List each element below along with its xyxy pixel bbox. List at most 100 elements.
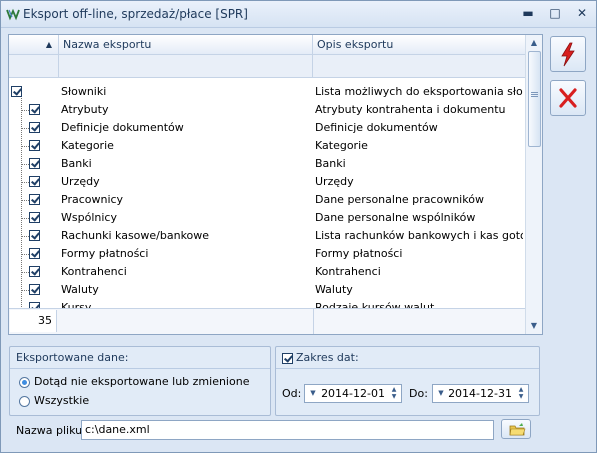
date-range-label[interactable]: Zakres dat:	[296, 351, 359, 364]
row-checkbox[interactable]	[29, 248, 40, 259]
browse-folder-button[interactable]	[501, 419, 531, 439]
spinner-icon[interactable]: ▲ ▼	[388, 386, 400, 401]
row-checkbox[interactable]	[29, 140, 40, 151]
window-content: ▲ Nazwa eksportu Opis eksportu Słowniki …	[1, 28, 596, 452]
radio-not-exported-label[interactable]: Dotąd nie eksportowane lub zmienione	[34, 375, 249, 388]
table-row[interactable]: Definicje dokumentów Definicje dokumentó…	[9, 119, 525, 137]
x-icon	[559, 88, 577, 108]
row-count: 35	[10, 310, 57, 332]
to-date-field[interactable]: ▼ 2014-12-31 ▲ ▼	[432, 384, 529, 403]
row-description: Lista możliwych do eksportowania słowni…	[315, 85, 523, 98]
column-header-description[interactable]: Opis eksportu	[313, 35, 525, 54]
radio-all[interactable]	[19, 396, 30, 407]
maximize-button[interactable]: □	[542, 3, 568, 23]
title-bar[interactable]: Eksport off-line, sprzedaż/płace [SPR] ▬…	[1, 1, 596, 28]
file-name-label: Nazwa pliku:	[16, 424, 86, 437]
row-description: Waluty	[315, 283, 353, 296]
file-name-input[interactable]: c:\dane.xml	[81, 420, 494, 440]
grip-icon	[531, 92, 538, 93]
table-row[interactable]: Waluty Waluty	[9, 281, 525, 299]
row-name: Atrybuty	[61, 103, 109, 116]
row-checkbox[interactable]	[11, 86, 22, 97]
table-row[interactable]: Rachunki kasowe/bankowe Lista rachunków …	[9, 227, 525, 245]
from-label: Od:	[282, 387, 302, 400]
row-checkbox[interactable]	[29, 266, 40, 277]
chevron-down-icon[interactable]: ▼	[435, 386, 447, 401]
row-name: Wspólnicy	[61, 211, 117, 224]
sort-column-header[interactable]: ▲	[9, 35, 59, 54]
cancel-button[interactable]	[550, 80, 586, 116]
from-date-value: 2014-12-01	[321, 387, 385, 400]
filter-cell-name[interactable]	[59, 55, 313, 77]
date-range-group: Zakres dat: Od: ▼ 2014-12-01 ▲ ▼ Do: ▼ 20…	[275, 346, 540, 416]
row-checkbox[interactable]	[29, 230, 40, 241]
to-date-value: 2014-12-31	[448, 387, 512, 400]
row-checkbox[interactable]	[29, 158, 40, 169]
table-row[interactable]: Formy płatności Formy płatności	[9, 245, 525, 263]
table-row[interactable]: Wspólnicy Dane personalne wspólników	[9, 209, 525, 227]
table-row[interactable]: Urzędy Urzędy	[9, 173, 525, 191]
row-checkbox[interactable]	[29, 194, 40, 205]
table-row[interactable]: Kontrahenci Kontrahenci	[9, 263, 525, 281]
grid-footer: 35	[9, 308, 525, 334]
close-button[interactable]: ✕	[569, 3, 595, 23]
run-export-button[interactable]	[550, 36, 586, 72]
exported-data-group: Eksportowane dane: Dotąd nie eksportowan…	[9, 346, 271, 416]
row-description: Lista rachunków bankowych i kas gotówk…	[315, 229, 523, 242]
folder-icon	[509, 423, 526, 436]
row-description: Urzędy	[315, 175, 354, 188]
grid-header: ▲ Nazwa eksportu Opis eksportu	[9, 35, 525, 55]
exports-grid: ▲ Nazwa eksportu Opis eksportu Słowniki …	[8, 34, 543, 335]
row-name: Słowniki	[61, 85, 107, 98]
scroll-thumb[interactable]	[528, 51, 541, 147]
row-name: Waluty	[61, 283, 99, 296]
lightning-icon	[561, 42, 575, 67]
row-name: Rachunki kasowe/bankowe	[61, 229, 210, 242]
column-header-name[interactable]: Nazwa eksportu	[59, 35, 313, 54]
row-checkbox[interactable]	[29, 212, 40, 223]
group-divider	[276, 368, 539, 369]
radio-all-label[interactable]: Wszystkie	[34, 394, 89, 407]
minimize-button[interactable]: ▬	[515, 3, 541, 23]
footer-divider	[313, 309, 314, 334]
exported-data-title: Eksportowane dane:	[16, 351, 129, 364]
table-row[interactable]: Kategorie Kategorie	[9, 137, 525, 155]
date-range-checkbox[interactable]	[282, 353, 293, 364]
row-checkbox[interactable]	[29, 104, 40, 115]
table-row[interactable]: Banki Banki	[9, 155, 525, 173]
grid-rows: Słowniki Lista możliwych do eksportowani…	[9, 83, 525, 308]
from-date-field[interactable]: ▼ 2014-12-01 ▲ ▼	[304, 384, 402, 403]
window-title: Eksport off-line, sprzedaż/płace [SPR]	[23, 7, 248, 21]
row-name: Banki	[61, 157, 92, 170]
row-description: Dane personalne pracowników	[315, 193, 484, 206]
row-checkbox[interactable]	[29, 176, 40, 187]
radio-not-exported[interactable]	[19, 377, 30, 388]
spinner-icon[interactable]: ▲ ▼	[515, 386, 527, 401]
row-name: Formy płatności	[61, 247, 149, 260]
sort-arrow-icon: ▲	[45, 40, 52, 49]
export-window: Eksport off-line, sprzedaż/płace [SPR] ▬…	[0, 0, 597, 453]
scroll-down-button[interactable]: ▼	[526, 318, 542, 334]
table-row[interactable]: Atrybuty Atrybuty kontrahenta i dokument…	[9, 101, 525, 119]
grid-scrollbar[interactable]: ▲ ▼	[525, 35, 542, 334]
table-row[interactable]: Kursy Rodzaje kursów walut	[9, 299, 525, 308]
row-description: Rodzaje kursów walut	[315, 301, 435, 308]
to-label: Do:	[409, 387, 428, 400]
chevron-down-icon[interactable]: ▼	[307, 386, 319, 401]
filter-cell-description[interactable]	[313, 55, 525, 77]
table-row[interactable]: Słowniki Lista możliwych do eksportowani…	[9, 83, 525, 101]
row-name: Kontrahenci	[61, 265, 127, 278]
scroll-up-button[interactable]: ▲	[526, 35, 542, 51]
filter-cell-check[interactable]	[9, 55, 59, 77]
row-description: Definicje dokumentów	[315, 121, 438, 134]
row-checkbox[interactable]	[29, 122, 40, 133]
row-description: Atrybuty kontrahenta i dokumentu	[315, 103, 506, 116]
row-name: Definicje dokumentów	[61, 121, 184, 134]
row-description: Formy płatności	[315, 247, 403, 260]
group-divider	[10, 368, 270, 369]
row-name: Urzędy	[61, 175, 100, 188]
row-checkbox[interactable]	[29, 284, 40, 295]
row-description: Kategorie	[315, 139, 368, 152]
row-description: Banki	[315, 157, 346, 170]
table-row[interactable]: Pracownicy Dane personalne pracowników	[9, 191, 525, 209]
